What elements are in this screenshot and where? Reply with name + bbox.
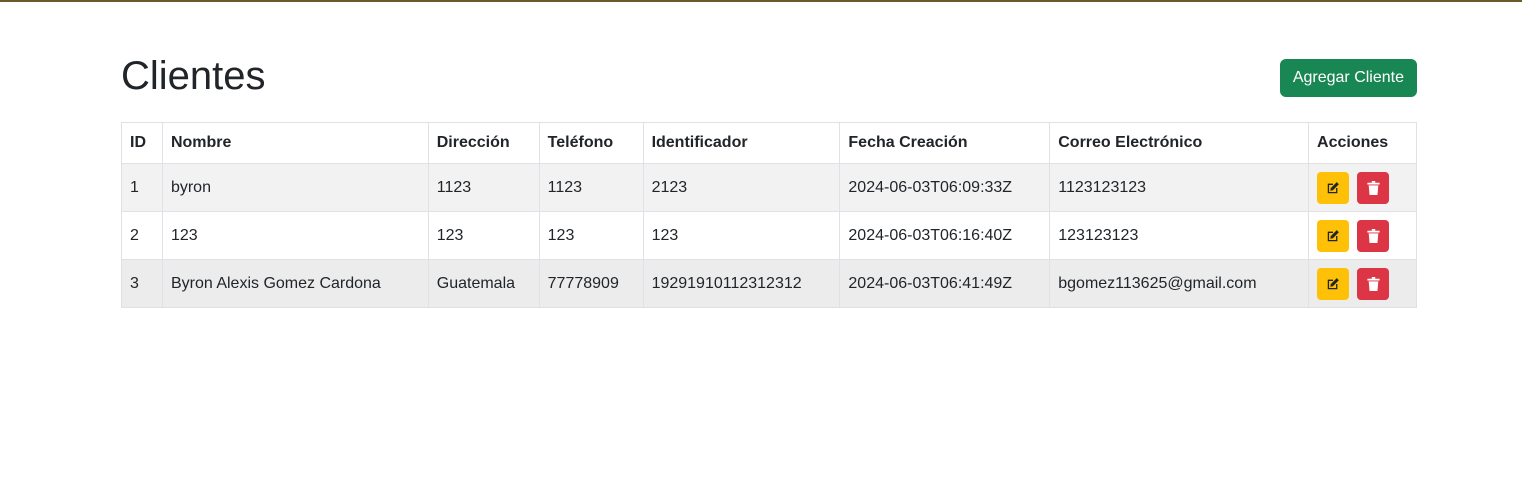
cell-correo: bgomez113625@gmail.com: [1049, 259, 1310, 308]
add-client-button[interactable]: Agregar Cliente: [1279, 59, 1417, 97]
cell-nombre: Byron Alexis Gomez Cardona: [161, 259, 429, 308]
trash-icon: [1366, 180, 1380, 195]
page-header: Clientes Agregar Cliente: [121, 0, 1417, 122]
cell-nombre: byron: [161, 163, 429, 212]
trash-icon: [1366, 276, 1380, 291]
delete-button[interactable]: [1357, 171, 1390, 204]
header-nombre: Nombre: [161, 122, 429, 164]
header-direccion: Dirección: [427, 122, 540, 164]
edit-icon: [1327, 277, 1339, 289]
delete-button[interactable]: [1357, 219, 1390, 252]
cell-direccion: 1123: [427, 163, 540, 212]
cell-fecha-creacion: 2024-06-03T06:16:40Z: [839, 211, 1051, 260]
cell-id: 3: [121, 259, 163, 308]
cell-fecha-creacion: 2024-06-03T06:41:49Z: [839, 259, 1051, 308]
cell-acciones: [1308, 211, 1417, 260]
cell-fecha-creacion: 2024-06-03T06:09:33Z: [839, 163, 1051, 212]
edit-button[interactable]: [1317, 267, 1350, 300]
header-correo: Correo Electrónico: [1049, 122, 1310, 164]
table-row: 2 123 123 123 123 2024-06-03T06:16:40Z 1…: [121, 211, 1417, 260]
edit-button[interactable]: [1317, 219, 1350, 252]
cell-direccion: Guatemala: [427, 259, 540, 308]
cell-telefono: 77778909: [538, 259, 644, 308]
table-header-row: ID Nombre Dirección Teléfono Identificad…: [121, 122, 1417, 164]
table-row: 1 byron 1123 1123 2123 2024-06-03T06:09:…: [121, 163, 1417, 212]
clients-table: ID Nombre Dirección Teléfono Identificad…: [121, 122, 1417, 308]
cell-telefono: 1123: [538, 163, 644, 212]
cell-correo: 123123123: [1049, 211, 1310, 260]
cell-identificador: 123: [642, 211, 841, 260]
row-actions: [1317, 219, 1408, 252]
table-row: 3 Byron Alexis Gomez Cardona Guatemala 7…: [121, 259, 1417, 308]
cell-id: 2: [121, 211, 163, 260]
header-identificador: Identificador: [642, 122, 841, 164]
cell-identificador: 19291910112312312: [642, 259, 841, 308]
cell-nombre: 123: [161, 211, 429, 260]
delete-button[interactable]: [1357, 267, 1390, 300]
edit-icon: [1327, 181, 1339, 193]
cell-identificador: 2123: [642, 163, 841, 212]
edit-button[interactable]: [1317, 171, 1350, 204]
page-title: Clientes: [121, 54, 266, 98]
main-container: Clientes Agregar Cliente ID Nombre Direc…: [121, 0, 1417, 308]
edit-icon: [1327, 229, 1339, 241]
header-fecha-creacion: Fecha Creación: [839, 122, 1051, 164]
cell-id: 1: [121, 163, 163, 212]
cell-acciones: [1308, 259, 1417, 308]
row-actions: [1317, 267, 1408, 300]
row-actions: [1317, 171, 1408, 204]
cell-acciones: [1308, 163, 1417, 212]
cell-direccion: 123: [427, 211, 540, 260]
header-telefono: Teléfono: [538, 122, 644, 164]
cell-correo: 1123123123: [1049, 163, 1310, 212]
trash-icon: [1366, 228, 1380, 243]
cell-telefono: 123: [538, 211, 644, 260]
header-id: ID: [121, 122, 163, 164]
header-acciones: Acciones: [1308, 122, 1417, 164]
